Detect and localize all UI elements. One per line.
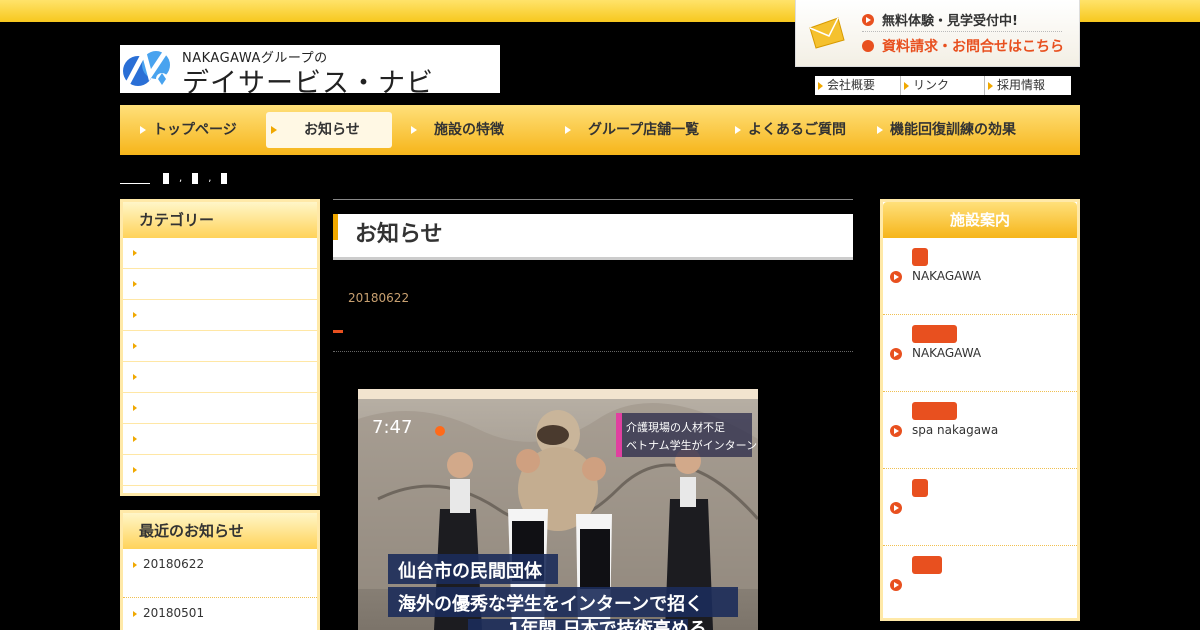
logo-line2: デイサービス・ナビ	[182, 68, 434, 99]
facility-name: NAKAGAWA	[912, 269, 982, 283]
breadcrumb-item[interactable]	[221, 173, 228, 184]
arrow-icon	[890, 579, 902, 591]
arrow-icon	[890, 502, 902, 514]
contact-line2: 資料請求・お問合せはこちら	[882, 39, 1064, 55]
tv-caption-3: 1年間 日本で技術高める	[508, 618, 707, 630]
breadcrumb-home[interactable]	[120, 172, 150, 184]
facility-name: spa nakagawa	[912, 423, 999, 437]
nav-news[interactable]: お知らせ	[266, 112, 392, 148]
facility-title: 施設案内	[883, 202, 1077, 238]
news-photo: 7:47 介護現場の人材不足 ベトナム学生がインターン 仙台市の民間団体 海外の…	[358, 389, 758, 630]
category-item[interactable]	[123, 300, 317, 331]
sub-links: 会社概要 リンク 採用情報	[815, 76, 1071, 95]
category-item[interactable]	[123, 455, 317, 486]
category-item[interactable]	[123, 331, 317, 362]
category-item[interactable]	[123, 362, 317, 393]
post-date: 20180622	[348, 291, 410, 305]
facility-badge	[912, 556, 942, 574]
logo-mark-icon	[123, 47, 170, 86]
contact-line1: 無料体験・見学受付中!	[882, 14, 1018, 29]
company-link[interactable]: 会社概要	[815, 76, 901, 95]
nav-top[interactable]: トップページ	[135, 112, 263, 148]
recent-title: 最近のお知らせ	[123, 513, 317, 549]
category-item[interactable]	[123, 393, 317, 424]
facility-badge	[912, 248, 928, 266]
arrow-icon	[890, 271, 902, 283]
site-logo[interactable]: NAKAGAWAグループの デイサービス・ナビ	[120, 45, 500, 99]
category-title: カテゴリー	[123, 202, 317, 238]
facility-name: NAKAGAWA	[912, 346, 982, 360]
arrow-icon	[890, 348, 902, 360]
divider	[333, 351, 853, 352]
recent-news-box: 最近のお知らせ 20180622 20180501	[120, 510, 320, 630]
recent-item[interactable]: 20180622	[123, 549, 317, 598]
tv-caption-2: 海外の優秀な学生をインターンで招く	[398, 593, 703, 615]
divider	[333, 199, 853, 200]
main-nav: トップページ お知らせ 施設の特徴 グループ店舗一覧 よくあるご質問 機能回復訓…	[120, 105, 1080, 155]
divider	[862, 31, 1062, 32]
tv-clock: 7:47	[372, 417, 412, 438]
facility-box: 施設案内 NAKAGAWA NAKAGAWA spa nakagawa	[880, 199, 1080, 621]
facility-badge	[912, 479, 928, 497]
recent-item[interactable]: 20180501	[123, 598, 317, 630]
breadcrumb-item[interactable]	[163, 173, 169, 184]
contact-request-button[interactable]: 無料体験・見学受付中! 資料請求・お問合せはこちら	[795, 0, 1080, 67]
arrow-icon	[862, 40, 874, 52]
category-item[interactable]	[123, 238, 317, 269]
nav-rehab-effect[interactable]: 機能回復訓練の効果	[872, 112, 1042, 148]
facility-badge	[912, 402, 957, 420]
nav-features[interactable]: 施設の特徴	[406, 112, 556, 148]
arrow-icon	[862, 14, 874, 26]
tv-caption-top: 介護現場の人材不足	[626, 420, 725, 434]
facility-item[interactable]: spa nakagawa	[883, 392, 1077, 469]
links-link[interactable]: リンク	[901, 76, 985, 95]
facility-item[interactable]	[883, 469, 1077, 546]
page-title: お知らせ	[355, 222, 443, 247]
envelope-icon	[809, 17, 845, 49]
nav-faq[interactable]: よくあるご質問	[730, 112, 872, 148]
category-box: カテゴリー	[120, 199, 320, 496]
post-marker	[333, 330, 343, 333]
page-title-box: お知らせ	[333, 214, 853, 260]
facility-item[interactable]	[883, 546, 1077, 623]
recruit-link[interactable]: 採用情報	[985, 76, 1071, 95]
tv-caption-top2: ベトナム学生がインターン	[626, 438, 757, 452]
nav-group-stores[interactable]: グループ店舗一覧	[560, 112, 730, 148]
tv-screen-image: 7:47 介護現場の人材不足 ベトナム学生がインターン 仙台市の民間団体 海外の…	[358, 389, 758, 630]
category-item[interactable]	[123, 269, 317, 300]
breadcrumb: , ,	[120, 170, 228, 184]
tv-caption-1: 仙台市の民間団体	[398, 560, 543, 582]
category-item[interactable]	[123, 424, 317, 455]
arrow-icon	[890, 425, 902, 437]
facility-badge	[912, 325, 957, 343]
breadcrumb-item[interactable]	[192, 173, 199, 184]
facility-item[interactable]: NAKAGAWA	[883, 315, 1077, 392]
facility-item[interactable]: NAKAGAWA	[883, 238, 1077, 315]
